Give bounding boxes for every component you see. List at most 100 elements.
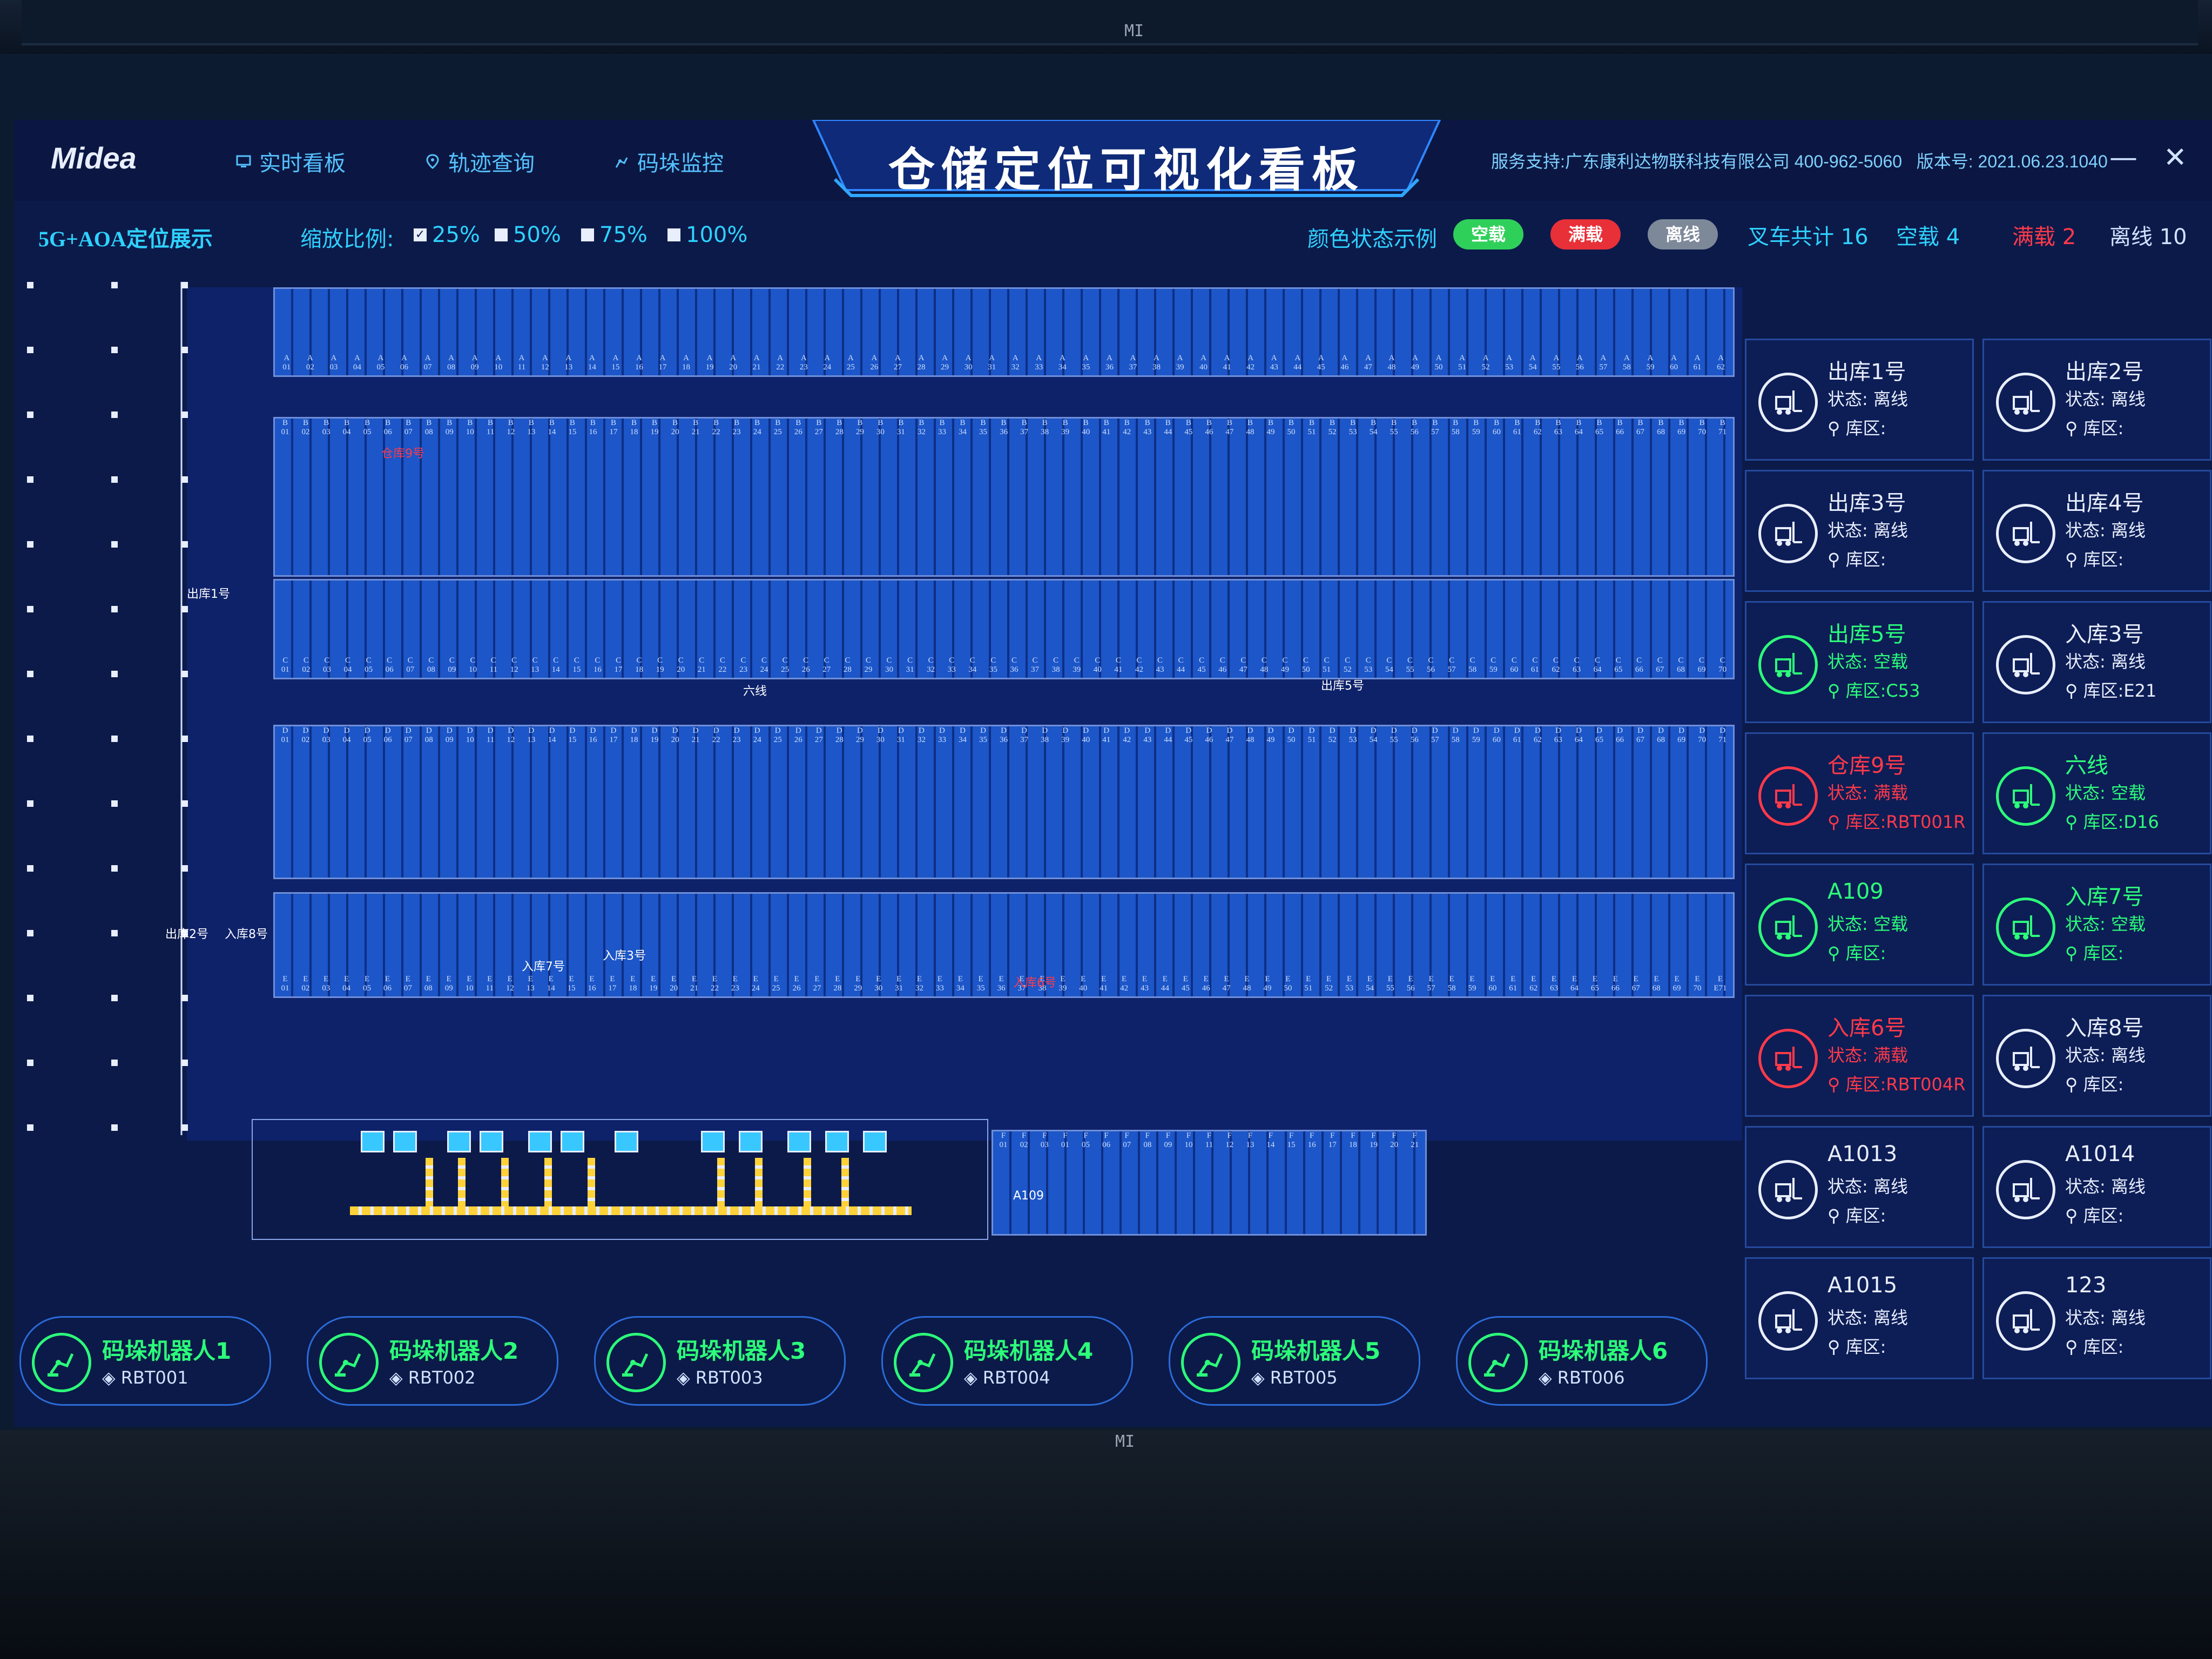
forklift-card[interactable]: 出库2号 状态: 离线 ⚲ 库区: xyxy=(1982,339,2211,461)
rack-slot-label: D 53 xyxy=(1349,726,1357,748)
rack-slot-number: 30 xyxy=(964,363,973,372)
rack-slot-prefix: D xyxy=(980,726,986,735)
locator-dot xyxy=(181,347,188,353)
forklift-card[interactable]: 入库6号状态: 满载 ⚲ 库区:RBT004R xyxy=(1745,995,1974,1117)
layers-icon: ◈ xyxy=(389,1367,408,1388)
rack-slot-number: 53 xyxy=(1364,665,1373,674)
forklift-card[interactable]: 入库8号 状态: 离线 ⚲ 库区: xyxy=(1982,995,2211,1117)
marker-out-1[interactable]: 出库1号 xyxy=(187,584,230,602)
locator-dot xyxy=(111,671,118,677)
rack-slot-prefix: D xyxy=(815,726,822,735)
zoom-option-50[interactable]: 50% xyxy=(495,222,561,247)
forklift-card[interactable]: 出库3号 状态: 离线 ⚲ 库区: xyxy=(1745,470,1974,592)
rack-slot-label: A 45 xyxy=(1317,354,1325,375)
location-pin-icon: ⚲ xyxy=(2065,680,2083,701)
rack-slot-prefix: A xyxy=(495,354,502,362)
rack-slot-number: 19 xyxy=(705,363,714,372)
robot-card[interactable]: 码垛机器人3 ◈ RBT003 xyxy=(594,1316,846,1406)
zoom-option-25[interactable]: ✓ 25% xyxy=(414,222,480,247)
forklift-icon-ring xyxy=(1996,898,2055,957)
forklift-name: 入库6号 xyxy=(1827,1016,1906,1041)
forklift-status: 状态: 满载 xyxy=(1827,1045,1908,1065)
zoom-option-75[interactable]: 75% xyxy=(581,222,648,247)
forklift-card[interactable]: A1015 状态: 离线 ⚲ 库区: xyxy=(1745,1257,1974,1379)
forklift-card[interactable]: 入库3号 状态: 离线 ⚲ 库区:E21 xyxy=(1982,601,2211,723)
rack-slot-number: 62 xyxy=(1533,736,1542,744)
forklift-zone-text: 库区: xyxy=(2083,943,2124,963)
marker-a109[interactable]: A109 xyxy=(1013,1189,1044,1203)
rack-slot-number: 66 xyxy=(1616,736,1624,744)
forklift-card[interactable]: 出库4号 状态: 离线 ⚲ 库区: xyxy=(1982,470,2211,592)
rack-slot-prefix: C xyxy=(1657,656,1663,665)
forklift-card[interactable]: 入库7号 状态: 空载 ⚲ 库区: xyxy=(1982,864,2211,986)
forklift-zone: ⚲ 库区:RBT004R xyxy=(1827,1071,1965,1096)
rack-slot-label: E 18 xyxy=(629,975,637,996)
robot-card[interactable]: 码垛机器人2 ◈ RBT002 xyxy=(307,1316,558,1406)
rack-slot-number: 16 xyxy=(635,363,643,372)
rack-slot-prefix: B xyxy=(1576,419,1582,427)
forklift-card[interactable]: 出库1号 状态: 离线 ⚲ 库区: xyxy=(1745,339,1974,461)
rack-slot-number: 42 xyxy=(1120,984,1129,993)
marker-six-line[interactable]: 六线 xyxy=(743,682,767,699)
rack-slot-number: 12 xyxy=(507,736,515,744)
rack-slot-label: A 26 xyxy=(870,354,878,375)
robot-card[interactable]: 码垛机器人1 ◈ RBT001 xyxy=(19,1316,271,1406)
rack-slot-number: 13 xyxy=(527,736,536,744)
rack-slot-number: 01 xyxy=(282,363,291,372)
rack-slot-prefix: B xyxy=(1555,419,1561,427)
marker-in-7[interactable]: 入库7号 xyxy=(522,957,565,974)
location-pin-icon: ⚲ xyxy=(2065,418,2083,439)
zoom-option-100[interactable]: 100% xyxy=(667,222,747,247)
rack-slot-prefix: C xyxy=(470,656,476,665)
forklift-card[interactable]: A1014 状态: 离线 ⚲ 库区: xyxy=(1982,1126,2211,1248)
rack-slot-number: 05 xyxy=(363,736,372,744)
rack-slot-label: B 04 xyxy=(343,419,351,440)
rack-slot-number: 71 xyxy=(1718,428,1727,436)
forklift-zone: ⚲ 库区:D16 xyxy=(2065,808,2159,833)
rack-slot-prefix: B xyxy=(898,419,904,427)
forklift-card[interactable]: 六线 状态: 空载 ⚲ 库区:D16 xyxy=(1982,732,2211,854)
rack-slot-prefix: B xyxy=(1021,419,1027,427)
rack-slot-number: 60 xyxy=(1492,736,1501,744)
marker-in-8[interactable]: 入库8号 xyxy=(225,925,268,942)
rack-slot-label: C 26 xyxy=(802,656,810,678)
robot-card[interactable]: 码垛机器人5 ◈ RBT005 xyxy=(1169,1316,1420,1406)
marker-in-3[interactable]: 入库3号 xyxy=(603,946,646,963)
marker-warehouse-9[interactable]: 仓库9号 xyxy=(381,444,424,461)
robot-card[interactable]: 码垛机器人6 ◈ RBT006 xyxy=(1456,1316,1708,1406)
robot-card[interactable]: 码垛机器人4 ◈ RBT004 xyxy=(881,1316,1133,1406)
rack-slot-number: 16 xyxy=(589,736,597,744)
nav-track-query[interactable]: 轨迹查询 xyxy=(424,146,535,177)
rack-slot-number: 59 xyxy=(1472,428,1480,436)
rack-slot-prefix: C xyxy=(1345,656,1351,665)
robot-arm-icon-ring xyxy=(1181,1333,1240,1392)
pallet-station xyxy=(393,1131,417,1152)
close-button[interactable]: ✕ xyxy=(2163,141,2187,174)
nav-palletizing-monitor[interactable]: 码垛监控 xyxy=(613,146,724,177)
rack-slot-number: 48 xyxy=(1387,363,1396,372)
marker-out-5[interactable]: 出库5号 xyxy=(1321,676,1364,693)
rack-slot-number: 11 xyxy=(489,665,498,674)
rack-slot-number: 30 xyxy=(885,665,893,674)
rack-slot-number: 65 xyxy=(1614,665,1623,674)
location-pin-icon: ⚲ xyxy=(2065,1337,2083,1357)
marker-in-6[interactable]: 入库6号 xyxy=(1013,973,1056,990)
marker-out-2[interactable]: 出库2号 xyxy=(165,925,208,942)
nav-realtime-board[interactable]: 实时看板 xyxy=(235,146,346,177)
rack-slot-label: D 69 xyxy=(1677,726,1685,748)
rack-slot-prefix: A xyxy=(824,354,831,362)
minimize-button[interactable]: — xyxy=(2109,141,2137,174)
forklift-card[interactable]: 仓库9号 状态: 满载 ⚲ 库区:RBT001R xyxy=(1745,732,1974,854)
rack-slot-number: 08 xyxy=(424,736,433,744)
pallet-station xyxy=(825,1131,849,1152)
rack-slot-number: 42 xyxy=(1135,665,1143,674)
rack-slot-prefix: A xyxy=(1059,354,1065,362)
checkbox-checked-icon: ✓ xyxy=(414,228,427,241)
forklift-card[interactable]: 出库5号 状态: 空载 ⚲ 库区:C53 xyxy=(1745,601,1974,723)
forklift-card[interactable]: A1013 状态: 离线 ⚲ 库区: xyxy=(1745,1126,1974,1248)
forklift-card[interactable]: A109 状态: 空载 ⚲ 库区: xyxy=(1745,864,1974,986)
rack-slot-prefix: C xyxy=(1324,656,1330,665)
rack-slot-label: B 54 xyxy=(1370,419,1378,440)
rack-slot-label: D 19 xyxy=(651,726,659,748)
forklift-card[interactable]: 123 状态: 离线 ⚲ 库区: xyxy=(1982,1257,2211,1379)
